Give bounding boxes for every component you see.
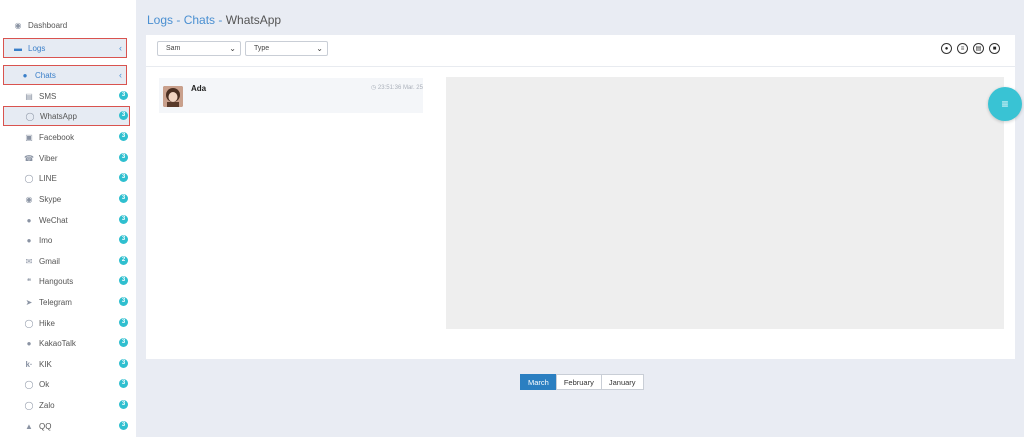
breadcrumb-logs[interactable]: Logs <box>147 13 173 27</box>
user-icon[interactable]: ● <box>941 43 952 54</box>
month-tabs: March February January <box>520 374 644 390</box>
count-badge: 3 <box>119 132 128 141</box>
sidebar-item-qq[interactable]: ▲ QQ 3 <box>0 416 136 436</box>
message-panel <box>446 77 1004 329</box>
sidebar-item-viber[interactable]: ☎ Viber 3 <box>0 148 136 168</box>
count-badge: 3 <box>119 91 128 100</box>
sidebar-item-hangouts[interactable]: ❝ Hangouts 3 <box>0 271 136 291</box>
chevron-down-icon: ⌄ <box>316 44 323 53</box>
count-badge: 2 <box>119 256 128 265</box>
chat-timestamp: ◷ 23:51:36 Mar. 25 <box>371 84 423 91</box>
device-select[interactable]: Sam ⌄ <box>157 41 241 56</box>
sidebar-item-line[interactable]: ◯ LINE 3 <box>0 168 136 188</box>
count-badge: 3 <box>119 194 128 203</box>
facebook-icon: ▣ <box>25 132 33 142</box>
folder-open-icon: ▬ <box>14 43 22 53</box>
list-icon[interactable]: ≡ <box>957 43 968 54</box>
chat-contact-name: Ada <box>191 84 207 93</box>
phone-icon: ☎ <box>24 153 34 163</box>
whatsapp-icon: ◯ <box>25 111 35 121</box>
sidebar-item-label: Chats <box>35 70 56 80</box>
qq-icon: ▲ <box>25 421 33 431</box>
sidebar-item-zalo[interactable]: ◯ Zalo 3 <box>0 395 136 415</box>
print-icon[interactable]: ▤ <box>973 43 984 54</box>
sms-icon: ▤ <box>25 91 33 101</box>
envelope-icon: ✉ <box>25 256 33 266</box>
sidebar-item-chats[interactable]: ● Chats ‹ <box>3 65 127 85</box>
breadcrumb-separator: - <box>173 13 184 27</box>
sidebar-item-skype[interactable]: ◉ Skype 3 <box>0 189 136 209</box>
comment-icon: ● <box>26 338 32 348</box>
sidebar-item-sms[interactable]: ▤ SMS 3 <box>0 86 136 106</box>
count-badge: 3 <box>119 379 128 388</box>
comment-icon: ● <box>26 235 32 245</box>
chevron-left-icon: ‹ <box>119 43 122 53</box>
sidebar-item-whatsapp[interactable]: ◯ WhatsApp 3 <box>3 106 130 126</box>
count-badge: 3 <box>119 153 128 162</box>
count-badge: 3 <box>119 235 128 244</box>
sidebar-item-dashboard[interactable]: ◉ Dashboard <box>0 15 136 35</box>
tab-march[interactable]: March <box>520 374 557 390</box>
wechat-icon: ● <box>26 215 32 225</box>
tab-january[interactable]: January <box>600 374 644 390</box>
comment-outline-icon: ◯ <box>24 400 34 410</box>
sidebar-item-logs[interactable]: ▬ Logs ‹ <box>3 38 127 58</box>
sidebar-item-wechat[interactable]: ● WeChat 3 <box>0 210 136 230</box>
count-badge: 3 <box>119 297 128 306</box>
count-badge: 3 <box>119 111 128 120</box>
device-select-value: Sam <box>166 45 181 52</box>
sidebar-item-label: Logs <box>28 43 46 53</box>
breadcrumb-current: WhatsApp <box>225 13 282 27</box>
breadcrumb-separator: - <box>215 13 226 27</box>
breadcrumb-chats[interactable]: Chats <box>184 13 215 27</box>
chevron-left-icon: ‹ <box>119 70 122 80</box>
sidebar-item-telegram[interactable]: ➤ Telegram 3 <box>0 292 136 312</box>
sidebar-item-kakaotalk[interactable]: ● KakaoTalk 3 <box>0 333 136 353</box>
skype-icon: ◉ <box>25 194 33 204</box>
paper-plane-icon: ➤ <box>25 297 33 307</box>
sidebar-item-ok[interactable]: ◯ Ok 3 <box>0 374 136 394</box>
comment-outline-icon: ◯ <box>24 379 34 389</box>
chat-time-text: 23:51:36 Mar. 25 <box>377 85 423 91</box>
divider <box>146 66 1015 67</box>
count-badge: 3 <box>119 318 128 327</box>
hangouts-icon: ❝ <box>26 276 32 286</box>
comment-outline-icon: ◯ <box>24 173 34 183</box>
sidebar-item-gmail[interactable]: ✉ Gmail 2 <box>0 251 136 271</box>
sidebar-item-imo[interactable]: ● Imo 3 <box>0 230 136 250</box>
sidebar-item-label: Dashboard <box>28 20 68 30</box>
breadcrumb: Logs - Chats - WhatsApp <box>147 13 281 27</box>
contact-icon[interactable]: ■ <box>989 43 1000 54</box>
avatar <box>163 86 183 107</box>
count-badge: 3 <box>119 359 128 368</box>
count-badge: 3 <box>119 400 128 409</box>
type-select[interactable]: Type ⌄ <box>245 41 328 56</box>
tab-february[interactable]: February <box>555 374 602 390</box>
count-badge: 3 <box>119 173 128 182</box>
chevron-down-icon: ⌄ <box>229 44 236 53</box>
dashboard-icon: ◉ <box>14 20 22 30</box>
comment-outline-icon: ◯ <box>24 318 34 328</box>
comments-icon: ● <box>22 70 28 80</box>
kik-icon: k· <box>25 359 33 369</box>
count-badge: 3 <box>119 338 128 347</box>
count-badge: 3 <box>119 421 128 430</box>
sidebar: ◉ Dashboard ▬ Logs ‹ ● Chats ‹ ▤ SMS 3 ◯… <box>0 0 136 437</box>
sidebar-item-hike[interactable]: ◯ Hike 3 <box>0 313 136 333</box>
clock-icon: ◷ <box>371 85 377 91</box>
sidebar-item-facebook[interactable]: ▣ Facebook 3 <box>0 127 136 147</box>
sidebar-item-kik[interactable]: k· KIK 3 <box>0 354 136 374</box>
type-select-value: Type <box>254 45 270 52</box>
chat-list-item[interactable]: Ada ◷ 23:51:36 Mar. 25 <box>159 78 423 113</box>
count-badge: 3 <box>119 215 128 224</box>
sidebar-item-label: WhatsApp <box>40 111 77 121</box>
menu-fab-button[interactable]: ≡ <box>988 87 1022 121</box>
count-badge: 3 <box>119 276 128 285</box>
main-card: Sam ⌄ Type ⌄ ● ≡ ▤ ■ Ada ◷ 23:51:36 Mar.… <box>146 35 1015 359</box>
hamburger-icon: ≡ <box>1001 97 1009 111</box>
